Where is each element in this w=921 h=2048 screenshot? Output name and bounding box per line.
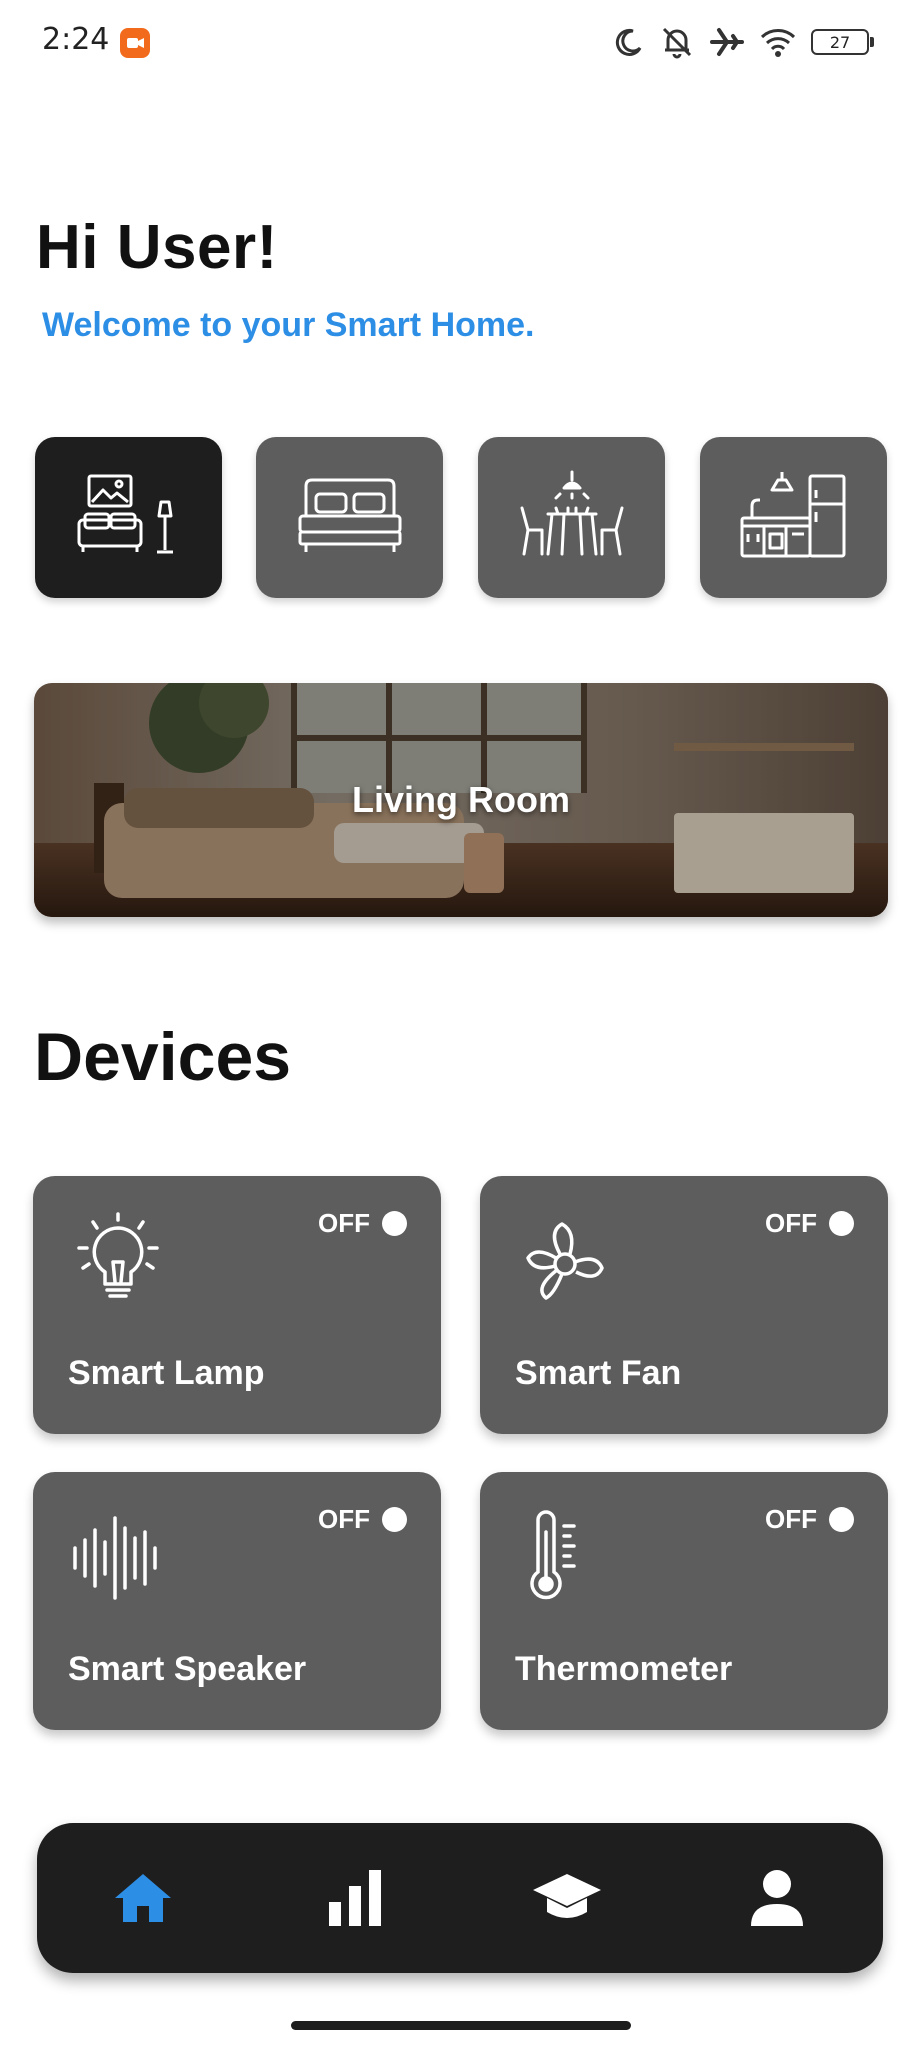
bottom-nav xyxy=(37,1823,883,1973)
airplane-icon xyxy=(710,28,744,56)
device-name: Smart Fan xyxy=(515,1354,682,1392)
battery-level: 27 xyxy=(829,32,851,52)
device-name: Smart Lamp xyxy=(68,1354,265,1392)
bar-chart-icon xyxy=(329,1870,381,1926)
living-room-icon xyxy=(77,474,173,553)
device-toggle[interactable]: OFF xyxy=(318,1208,407,1239)
home-icon xyxy=(115,1874,171,1922)
bell-off-icon xyxy=(662,27,692,59)
status-bar: 2:24 27 xyxy=(0,0,921,86)
device-name: Thermometer xyxy=(515,1650,733,1688)
toggle-dot-icon xyxy=(829,1507,854,1532)
welcome-subtitle: Welcome to your Smart Home. xyxy=(42,306,535,344)
sound-wave-icon xyxy=(73,1516,157,1600)
kitchen-icon xyxy=(740,471,845,557)
nav-stats[interactable] xyxy=(305,1848,405,1948)
home-screen: 2:24 27 Hi User! Welcome to your Smart H… xyxy=(0,0,921,2048)
nav-home[interactable] xyxy=(93,1848,193,1948)
screen-record-icon xyxy=(120,28,150,58)
wifi-icon xyxy=(760,29,796,57)
fan-icon xyxy=(526,1222,604,1300)
toggle-dot-icon xyxy=(829,1211,854,1236)
room-button-dining-room[interactable] xyxy=(478,437,665,598)
moon-icon xyxy=(615,28,642,56)
battery-icon: 27 xyxy=(811,29,874,55)
device-card-smart-speaker[interactable]: OFF Smart Speaker xyxy=(33,1472,441,1730)
nav-learn[interactable] xyxy=(517,1848,617,1948)
lightbulb-icon xyxy=(77,1212,159,1298)
room-banner[interactable]: Living Room xyxy=(34,683,888,917)
toggle-dot-icon xyxy=(382,1211,407,1236)
device-state: OFF xyxy=(765,1504,817,1534)
home-indicator[interactable] xyxy=(291,2021,631,2030)
room-button-bedroom[interactable] xyxy=(256,437,443,598)
devices-title: Devices xyxy=(34,1019,292,1095)
graduation-cap-icon xyxy=(533,1874,601,1918)
status-time: 2:24 xyxy=(42,22,110,57)
status-icons: 27 xyxy=(613,22,874,62)
device-toggle[interactable]: OFF xyxy=(318,1504,407,1535)
device-state: OFF xyxy=(318,1504,370,1534)
banner-title: Living Room xyxy=(352,779,570,820)
toggle-dot-icon xyxy=(382,1507,407,1532)
greeting-title: Hi User! xyxy=(36,213,278,282)
device-card-smart-lamp[interactable]: OFF Smart Lamp xyxy=(33,1176,441,1434)
room-button-kitchen[interactable] xyxy=(700,437,887,598)
thermometer-icon xyxy=(530,1510,576,1600)
device-name: Smart Speaker xyxy=(68,1650,307,1688)
room-selector xyxy=(35,437,887,599)
device-state: OFF xyxy=(765,1208,817,1238)
room-button-living-room[interactable] xyxy=(35,437,222,598)
nav-profile[interactable] xyxy=(727,1848,827,1948)
dining-room-icon xyxy=(520,470,623,555)
device-toggle[interactable]: OFF xyxy=(765,1504,854,1535)
bed-icon xyxy=(298,478,401,552)
device-state: OFF xyxy=(318,1208,370,1238)
device-card-smart-fan[interactable]: OFF Smart Fan xyxy=(480,1176,888,1434)
person-icon xyxy=(751,1870,803,1926)
device-toggle[interactable]: OFF xyxy=(765,1208,854,1239)
device-card-thermometer[interactable]: OFF Thermometer xyxy=(480,1472,888,1730)
